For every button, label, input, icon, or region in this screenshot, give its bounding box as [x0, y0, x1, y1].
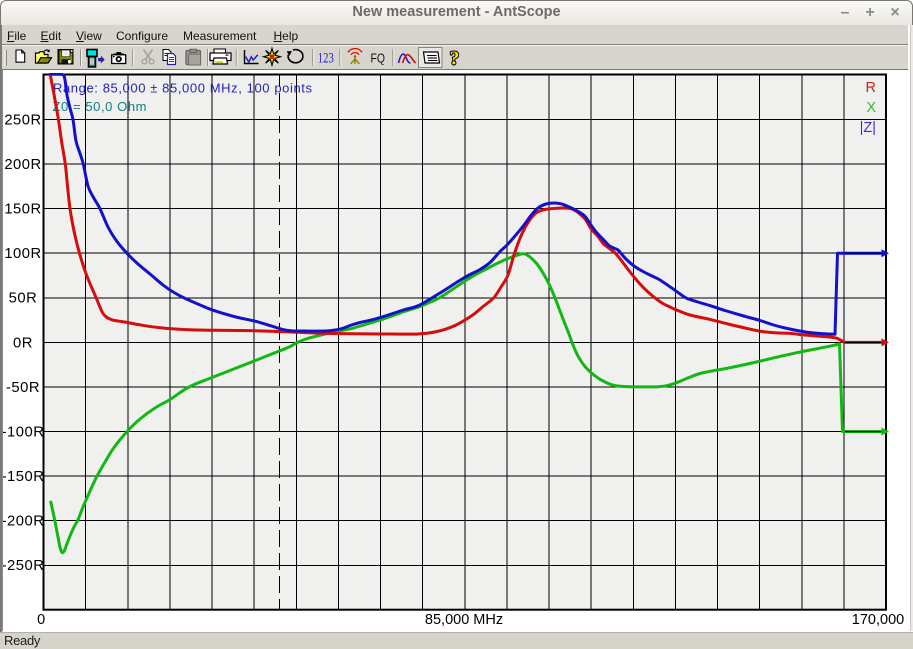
- svg-text:FQ: FQ: [371, 52, 386, 66]
- svg-text:170,000: 170,000: [852, 612, 904, 628]
- svg-text:R: R: [866, 80, 876, 96]
- svg-text:-200R: -200R: [3, 514, 44, 530]
- svg-text:100R: 100R: [4, 246, 41, 262]
- svg-text:85,000 MHz: 85,000 MHz: [425, 612, 503, 628]
- svg-text:Z0 = 50,0 Ohm: Z0 = 50,0 Ohm: [53, 99, 147, 114]
- svg-text:50R: 50R: [9, 291, 38, 307]
- svg-text:-250R: -250R: [3, 558, 44, 574]
- svg-text:-50R: -50R: [6, 380, 40, 396]
- svg-text:123: 123: [318, 50, 334, 66]
- svg-text:150R: 150R: [4, 202, 41, 218]
- svg-text:-150R: -150R: [3, 469, 44, 485]
- svg-text:250R: 250R: [4, 112, 41, 128]
- svg-text:Range: 85,000 ± 85,000 MHz, 10: Range: 85,000 ± 85,000 MHz, 100 points: [53, 80, 313, 95]
- svg-text:?: ?: [450, 48, 460, 69]
- svg-text:X: X: [866, 100, 876, 116]
- svg-text:-100R: -100R: [3, 425, 44, 441]
- svg-text:|Z|: |Z|: [860, 120, 876, 136]
- svg-text:0R: 0R: [13, 335, 33, 351]
- svg-text:200R: 200R: [4, 157, 41, 173]
- svg-text:0: 0: [37, 612, 45, 628]
